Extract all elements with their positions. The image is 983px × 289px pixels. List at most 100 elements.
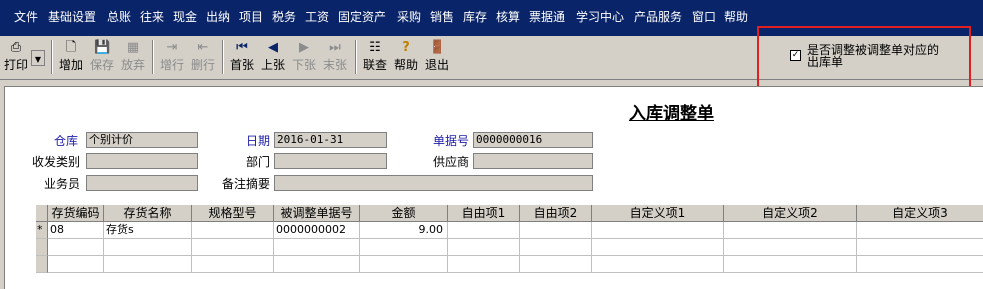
cell-custom3[interactable]	[857, 222, 983, 239]
col-header-name[interactable]: 存货名称	[104, 205, 192, 222]
grid-cell[interactable]	[857, 239, 983, 256]
link-query-button[interactable]: ☷ 联查	[361, 39, 389, 77]
toolbar-separator	[152, 40, 154, 74]
menu-tax[interactable]: 税务	[272, 10, 296, 25]
menu-purchase[interactable]: 采购	[397, 10, 421, 25]
cell-amount[interactable]: 9.00	[360, 222, 448, 239]
dropdown-arrow-icon: ▼	[34, 55, 42, 64]
page-title: 入库调整单	[629, 104, 714, 124]
warehouse-field[interactable]: 个别计价	[86, 132, 198, 148]
grid-cell[interactable]	[48, 239, 104, 256]
menu-inventory[interactable]: 库存	[463, 10, 487, 25]
next-record-button[interactable]: ▶ 下张	[290, 39, 318, 77]
remark-field[interactable]	[274, 175, 593, 191]
menu-fixed-assets[interactable]: 固定资产	[338, 10, 386, 25]
io-type-label: 收发类别	[32, 155, 81, 169]
save-button[interactable]: 💾 保存	[88, 39, 116, 77]
cell-ref-no[interactable]: 0000000002	[274, 222, 360, 239]
discard-icon: ▦	[126, 40, 140, 55]
cell-code[interactable]: 08	[48, 222, 104, 239]
help-question-icon: ?	[402, 40, 410, 55]
menu-payroll[interactable]: 工资	[305, 10, 329, 25]
grid-cell[interactable]	[104, 239, 192, 256]
cell-free1[interactable]	[448, 222, 520, 239]
menu-window[interactable]: 窗口	[692, 10, 716, 25]
grid-cell[interactable]	[520, 256, 592, 273]
exit-button[interactable]: 🚪 退出	[423, 39, 451, 77]
date-field[interactable]: 2016-01-31	[274, 132, 387, 148]
printer-icon: ⎙	[10, 40, 22, 55]
menu-receivables[interactable]: 往来	[140, 10, 164, 25]
clerk-field[interactable]	[86, 175, 198, 191]
cell-spec[interactable]	[192, 222, 274, 239]
menu-general-ledger[interactable]: 总账	[107, 10, 131, 25]
grid-cell[interactable]	[724, 256, 857, 273]
grid-cell[interactable]	[274, 256, 360, 273]
cell-custom2[interactable]	[724, 222, 857, 239]
first-record-icon: ⏮	[236, 40, 248, 55]
toolbar-separator	[355, 40, 357, 74]
add-button[interactable]: 🗋 增加	[57, 39, 85, 77]
col-header-free1[interactable]: 自由项1	[448, 205, 520, 222]
col-header-custom1[interactable]: 自定义项1	[592, 205, 724, 222]
help-button[interactable]: ? 帮助	[392, 39, 420, 77]
menu-basic-settings[interactable]: 基础设置	[48, 10, 96, 25]
exit-door-icon: 🚪	[429, 40, 446, 55]
grid-cell[interactable]	[360, 239, 448, 256]
col-header-code[interactable]: 存货编码	[48, 205, 104, 222]
menu-accounting[interactable]: 核算	[496, 10, 520, 25]
menu-cashier[interactable]: 出纳	[206, 10, 230, 25]
grid-cell[interactable]	[192, 239, 274, 256]
doc-no-field[interactable]: 0000000016	[473, 132, 593, 148]
grid-cell[interactable]	[48, 256, 104, 273]
cell-name[interactable]: 存货s	[104, 222, 192, 239]
delete-row-button[interactable]: ⇤ 删行	[189, 39, 217, 77]
grid-cell[interactable]	[857, 256, 983, 273]
new-document-icon: 🗋	[65, 40, 77, 55]
print-button[interactable]: ⎙ 打印	[2, 39, 30, 77]
add-row-button[interactable]: ⇥ 增行	[158, 39, 186, 77]
toolbar-separator	[222, 40, 224, 74]
link-tree-icon: ☷	[369, 40, 381, 55]
col-header-custom2[interactable]: 自定义项2	[724, 205, 857, 222]
menu-cash[interactable]: 现金	[173, 10, 197, 25]
menu-help[interactable]: 帮助	[724, 10, 748, 25]
row-marker	[36, 239, 48, 256]
grid-cell[interactable]	[592, 256, 724, 273]
col-header-ref-no[interactable]: 被调整单据号	[274, 205, 360, 222]
grid-cell[interactable]	[104, 256, 192, 273]
next-arrow-icon: ▶	[299, 40, 309, 55]
print-dropdown-button[interactable]: ▼	[31, 50, 45, 66]
first-record-button[interactable]: ⏮ 首张	[228, 39, 256, 77]
grid-cell[interactable]	[274, 239, 360, 256]
supplier-field[interactable]	[473, 153, 593, 169]
discard-button[interactable]: ▦ 放弃	[119, 39, 147, 77]
warehouse-label: 仓库	[54, 134, 79, 148]
menu-product-service[interactable]: 产品服务	[634, 10, 682, 25]
grid-cell[interactable]	[724, 239, 857, 256]
cell-free2[interactable]	[520, 222, 592, 239]
supplier-label: 供应商	[433, 155, 470, 169]
save-disk-icon: 💾	[94, 40, 111, 55]
menu-learning-center[interactable]: 学习中心	[576, 10, 624, 25]
col-header-spec[interactable]: 规格型号	[192, 205, 274, 222]
dept-field[interactable]	[274, 153, 387, 169]
col-header-free2[interactable]: 自由项2	[520, 205, 592, 222]
grid-cell[interactable]	[520, 239, 592, 256]
menu-project[interactable]: 项目	[239, 10, 263, 25]
menu-sales[interactable]: 销售	[430, 10, 454, 25]
toolbar-separator	[51, 40, 53, 74]
grid-cell[interactable]	[448, 239, 520, 256]
cell-custom1[interactable]	[592, 222, 724, 239]
col-header-custom3[interactable]: 自定义项3	[857, 205, 983, 222]
menu-file[interactable]: 文件	[14, 10, 38, 25]
grid-cell[interactable]	[360, 256, 448, 273]
grid-cell[interactable]	[592, 239, 724, 256]
io-type-field[interactable]	[86, 153, 198, 169]
previous-record-button[interactable]: ◀ 上张	[259, 39, 287, 77]
col-header-amount[interactable]: 金额	[360, 205, 448, 222]
grid-cell[interactable]	[448, 256, 520, 273]
grid-cell[interactable]	[192, 256, 274, 273]
last-record-button[interactable]: ⏭ 末张	[321, 39, 349, 77]
menu-bills[interactable]: 票据通	[529, 10, 565, 25]
